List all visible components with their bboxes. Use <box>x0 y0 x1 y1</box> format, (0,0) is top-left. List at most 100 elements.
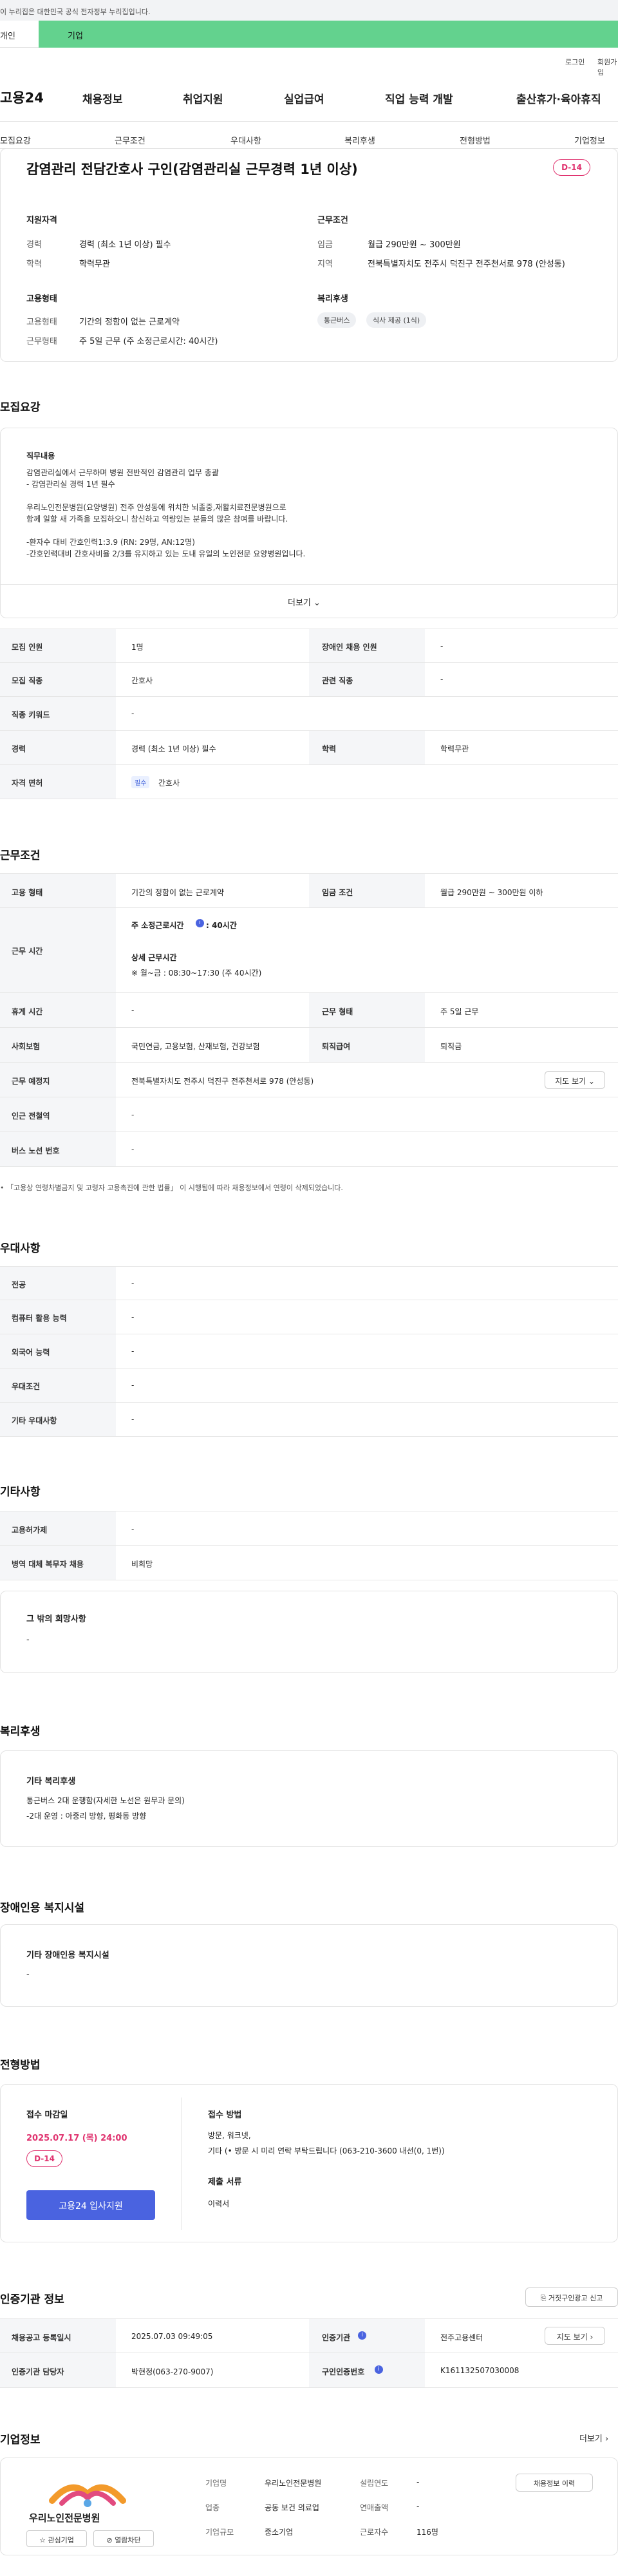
company-info-value: 공동 보건 의료업 <box>265 2503 319 2512</box>
welfare-box: 기타 복리후생 통근버스 2대 운행함(자세한 노선은 원무과 문의) -2대 … <box>0 1750 618 1847</box>
table-row: 고용 형태 기간의 정함이 없는 근로계약 임금 조건 월급 290만원 ~ 3… <box>0 873 618 908</box>
age-notice: • 「고용상 연령차별금지 및 고령자 고용촉진에 관한 법률」 이 시행됨에 … <box>0 1184 343 1192</box>
section-title-cert: 인증기관 정보 <box>0 2293 64 2306</box>
table-row: 인증기관 담당자 박현정(063-270-9007) 구인인증번호 i K161… <box>0 2353 618 2388</box>
company-info-label: 연매출액 <box>360 2503 389 2512</box>
emp-value: 주 5일 근무 (주 소정근로시간: 40시간) <box>79 337 218 346</box>
subnav-recruit[interactable]: 모집요강 <box>0 134 31 146</box>
duty-text: 감염관리실에서 근무하며 병원 전반적인 감염관리 업무 총괄 - 감염관리실 … <box>26 468 306 558</box>
report-fake-ad-button[interactable]: ⎘ 거짓구인광고 신고 <box>525 2287 618 2307</box>
chevron-down-icon: ⌄ <box>314 598 321 608</box>
method-line: 기타 (• 방문 시 미리 연락 부탁드립니다 (063-210-3600 내선… <box>208 2146 445 2155</box>
table-row: 전공 - <box>0 1266 618 1300</box>
etc-table: 고용허가제 - 병역 대체 복무자 채용 비희망 <box>0 1511 618 1580</box>
cond-title: 근무조건 <box>317 216 348 225</box>
duty-more-button[interactable]: 더보기 ⌄ <box>288 596 321 608</box>
company-info-label: 업종 <box>205 2503 220 2512</box>
subnav-work-conditions[interactable]: 근무조건 <box>115 134 145 146</box>
table-row: 병역 대체 복무자 채용 비희망 <box>0 1546 618 1580</box>
duty-divider <box>1 584 617 585</box>
chevron-down-icon: ⌄ <box>588 1077 595 1086</box>
block-view-button[interactable]: ⊘ 열람차단 <box>93 2530 154 2547</box>
company-more-link[interactable]: 더보기 › <box>579 2432 608 2444</box>
cond-label: 임금 <box>317 240 333 250</box>
disability-value: - <box>26 1970 30 1980</box>
table-row: 컴퓨터 활용 능력 - <box>0 1300 618 1334</box>
welfare-line: -2대 운영 : 아중리 방향, 평화동 방향 <box>26 1812 147 1821</box>
table-row: 버스 노선 번호 - <box>0 1132 618 1167</box>
recruit-table: 모집 인원 1명 장애인 채용 인원 - 모집 직종 간호사 관련 직종 - 직… <box>0 629 618 800</box>
dday-badge: D-14 <box>26 2150 62 2167</box>
table-row: 경력 경력 (최소 1년 이상) 필수 학력 학력무관 <box>0 731 618 765</box>
pref-table: 전공 - 컴퓨터 활용 능력 - 외국어 능력 - 우대조건 - 기타 우대사항 - <box>0 1266 618 1437</box>
site-logo[interactable]: 고용24 <box>0 88 44 107</box>
welfare-box-title: 기타 복리후생 <box>26 1777 76 1786</box>
emp-value: 기간의 정함이 없는 근로계약 <box>79 317 180 327</box>
map-view-button[interactable]: 지도 보기 ⌄ <box>545 1071 605 1089</box>
table-row: 모집 직종 간호사 관련 직종 - <box>0 663 618 697</box>
deadline-value: 2025.07.17 (목) 24:00 <box>26 2134 127 2143</box>
subnav-selection[interactable]: 전형방법 <box>460 134 491 146</box>
section-title-etc: 기타사항 <box>0 1486 41 1499</box>
subnav-welfare[interactable]: 복리후생 <box>344 134 375 146</box>
star-icon: ☆ <box>39 2536 48 2544</box>
job-summary-card: 감염관리 전담간호사 구인(감염관리실 근무경력 1년 이상) D-14 지원자… <box>0 148 618 362</box>
welfare-chip: 통근버스 <box>317 312 357 328</box>
company-box: 우리노인전문병원 ☆ 관심기업 ⊘ 열람차단 기업명 우리노인전문병원 설립연도… <box>0 2458 618 2555</box>
info-icon[interactable]: i <box>358 2331 366 2340</box>
map-view-button[interactable]: 지도 보기 › <box>545 2327 605 2345</box>
apply-button[interactable]: 고용24 입사지원 <box>26 2190 155 2220</box>
other-wishes-value: - <box>26 1635 30 1645</box>
company-info-value: - <box>417 2502 420 2511</box>
section-title-selection: 전형방법 <box>0 2059 41 2072</box>
disability-box: 기타 장애인용 복지시설 - <box>0 1924 618 2007</box>
duty-title: 직무내용 <box>26 451 55 460</box>
qual-title: 지원자격 <box>26 216 57 225</box>
table-row: 우대조건 - <box>0 1368 618 1403</box>
gnb-item-employment-support[interactable]: 취업지원 <box>183 90 223 106</box>
company-info-label: 기업규모 <box>205 2528 234 2537</box>
table-row: 기타 우대사항 - <box>0 1403 618 1437</box>
gnb-item-jobs[interactable]: 채용정보 <box>82 90 123 106</box>
tab-personal[interactable]: 개인 <box>0 21 39 48</box>
welfare-title: 복리후생 <box>317 294 348 304</box>
gnb-item-parental-leave[interactable]: 출산휴가·육아휴직 <box>516 90 601 106</box>
section-title-welfare: 복리후생 <box>0 1725 41 1738</box>
table-row: 사회보험 국민연금, 고용보험, 산재보험, 건강보험 퇴직급여 퇴직금 <box>0 1028 618 1063</box>
docs-title: 제출 서류 <box>208 2177 242 2187</box>
report-icon: ⎘ <box>540 2294 548 2302</box>
login-link[interactable]: 로그인 <box>565 57 585 67</box>
table-row: 휴게 시간 - 근무 형태 주 5일 근무 <box>0 993 618 1028</box>
section-title-preferences: 우대사항 <box>0 1242 41 1255</box>
company-info-value: 116명 <box>417 2528 438 2537</box>
favorite-company-button[interactable]: ☆ 관심기업 <box>26 2530 87 2547</box>
qual-value: 경력 (최소 1년 이상) 필수 <box>79 240 171 250</box>
gnb-item-unemployment-benefits[interactable]: 실업급여 <box>284 90 324 106</box>
bullet-icon: • <box>0 1184 6 1192</box>
chevron-right-icon: › <box>605 2434 609 2444</box>
other-wishes-title: 그 밖의 희망사항 <box>26 1615 86 1624</box>
company-logo-icon <box>49 2484 126 2507</box>
table-row: 외국어 능력 - <box>0 1334 618 1368</box>
company-info-value: 우리노인전문병원 <box>265 2479 322 2488</box>
welfare-line: 통근버스 2대 운행함(자세한 노선은 원무과 문의) <box>26 1796 185 1805</box>
subnav-company[interactable]: 기업정보 <box>574 134 605 146</box>
table-row: 인근 전철역 - <box>0 1097 618 1132</box>
tab-company[interactable]: 기업 <box>39 21 618 48</box>
info-icon[interactable]: i <box>196 919 204 927</box>
emp-label: 고용형태 <box>26 317 57 327</box>
cert-table: 채용공고 등록일시 2025.07.03 09:49:05 인증기관 i 전주고… <box>0 2318 618 2388</box>
method-line: 방문, 워크넷, <box>208 2131 251 2140</box>
gnb-item-vocational-training[interactable]: 직업 능력 개발 <box>385 90 453 106</box>
required-badge: 필수 <box>131 776 150 788</box>
job-history-button[interactable]: 채용정보 이력 <box>516 2474 593 2492</box>
table-row: 모집 인원 1명 장애인 채용 인원 - <box>0 629 618 663</box>
subnav-preferences[interactable]: 우대사항 <box>230 134 261 146</box>
emp-title: 고용형태 <box>26 294 57 304</box>
other-wishes-box: 그 밖의 희망사항 - <box>0 1591 618 1673</box>
docs-value: 이력서 <box>208 2199 230 2208</box>
welfare-chip: 식사 제공 (1식) <box>366 312 427 328</box>
signup-link[interactable]: 회원가입 <box>597 57 618 77</box>
info-icon[interactable]: i <box>375 2365 383 2374</box>
company-info-value: - <box>417 2477 420 2486</box>
